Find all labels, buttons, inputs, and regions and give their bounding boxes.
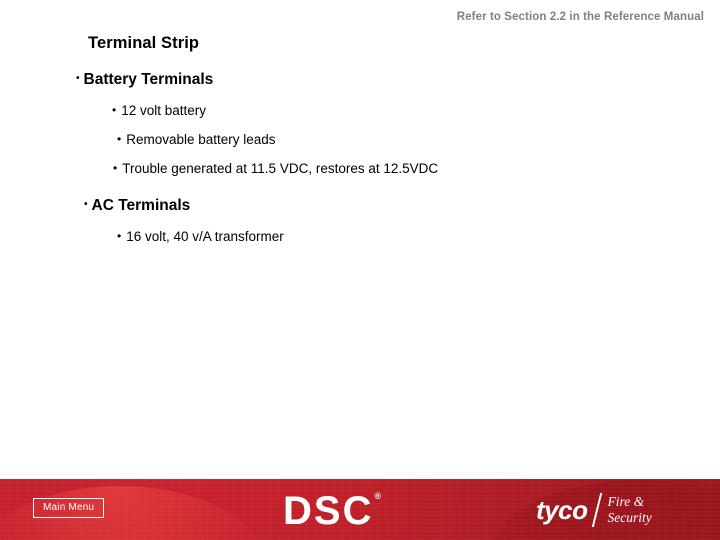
bullet-label: AC Terminals [91,197,191,214]
bullet-marker-icon: • [117,132,122,146]
tyco-divider-slash-icon [592,493,603,527]
bullet-removable-battery-leads: • Removable battery leads [117,132,276,147]
bullet-marker-icon: • [76,73,80,84]
bullet-label: 16 volt, 40 v/A transformer [126,229,284,244]
slide-canvas: Refer to Section 2.2 in the Reference Ma… [0,0,720,540]
tyco-tagline-line1: Fire & [607,494,645,510]
bullet-trouble-voltage: • Trouble generated at 11.5 VDC, restore… [113,161,438,176]
main-menu-button[interactable]: Main Menu [33,498,105,518]
slide-body: • Battery Terminals • 12 volt battery • … [0,0,720,479]
bullet-label: 12 volt battery [121,103,206,118]
bullet-ac-terminals: • AC Terminals [84,197,190,215]
bullet-transformer: • 16 volt, 40 v/A transformer [117,229,284,244]
bullet-marker-icon: • [113,161,118,175]
tyco-logo: tyco Fire & Security [536,493,652,527]
tyco-wordmark: tyco [536,495,588,525]
bullet-marker-icon: • [84,199,88,210]
bullet-label: Removable battery leads [126,132,276,147]
bullet-label: Trouble generated at 11.5 VDC, restores … [122,161,439,176]
tyco-tagline: Fire & Security [607,494,651,525]
bullet-label: Battery Terminals [83,71,214,88]
bullet-marker-icon: • [112,103,117,117]
bullet-marker-icon: • [117,229,122,243]
dsc-logo-text: DSC [283,489,374,533]
tyco-tagline-line2: Security [607,510,652,525]
bullet-12-volt-battery: • 12 volt battery [112,103,206,118]
dsc-logo: DSC® [283,489,382,533]
registered-trademark-icon: ® [374,490,382,501]
bullet-battery-terminals: • Battery Terminals [76,71,213,89]
slide-footer: Main Menu DSC® tyco Fire & Security [0,479,720,540]
